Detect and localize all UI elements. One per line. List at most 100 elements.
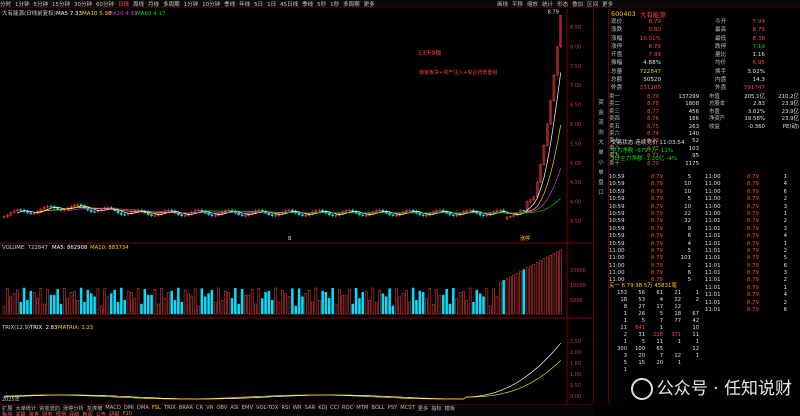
side-label-2[interactable]: 流 <box>594 119 608 128</box>
tab-4[interactable]: 30分钟 <box>74 0 92 8</box>
tab-6[interactable]: 日线 <box>118 0 129 8</box>
side-label-8[interactable]: 盘 <box>594 179 608 188</box>
indicator-tab-25[interactable]: PSY <box>388 405 398 411</box>
finance-row-4: 收益 -0.360 PE(动) <box>709 124 800 131</box>
tool-0[interactable]: 画线 <box>497 2 508 8</box>
info-tab-8[interactable]: 研报 <box>109 411 119 416</box>
tab-9[interactable]: 多周期 <box>163 0 180 8</box>
buy-queue-cell: 42 <box>692 318 699 324</box>
indicator-tab-26[interactable]: MCST <box>400 405 415 411</box>
indicator-tab-15[interactable]: EMV <box>242 405 253 411</box>
tool-1[interactable]: 平移 <box>512 2 523 8</box>
indicator-tab-23[interactable]: MTM <box>356 405 368 411</box>
tab-1[interactable]: 1分钟 <box>15 0 30 8</box>
tab-7[interactable]: 周线 <box>133 0 144 8</box>
period-tab-bar: 分时 1分钟 5分钟 15分钟 30分钟 60分钟 日线 周线 月线 多周期 1分钟 10分钟 季线 年线… <box>0 0 800 8</box>
info-tab-4[interactable]: 预测 <box>56 411 66 416</box>
candle-body <box>49 205 53 208</box>
side-label-6[interactable]: 小 <box>594 159 608 168</box>
tool-2[interactable]: 缩放 <box>527 2 538 8</box>
tab-17[interactable]: 季线 <box>302 0 313 8</box>
side-label-1[interactable]: 金 <box>594 109 608 118</box>
tool-4[interactable]: 形态 <box>557 2 568 8</box>
volume-bar <box>29 290 33 315</box>
trix-title-0: TRIX(12,9) <box>1 325 30 331</box>
side-label-3[interactable]: 向 <box>594 129 608 138</box>
side-label-0[interactable]: 资 <box>594 99 608 108</box>
finance-label: 收益 <box>709 123 720 130</box>
side-label-4[interactable]: 大 <box>594 139 608 148</box>
info-tab-9[interactable]: F10 <box>123 411 133 416</box>
tab-0[interactable]: 分时 <box>0 0 11 8</box>
info-tab-2[interactable]: 资金 <box>29 411 39 416</box>
annotation-red: 煤炭板块+资产注入+央企背景重组 <box>419 69 497 76</box>
indicator-tab-20[interactable]: KDJ <box>318 405 327 411</box>
candle-body <box>482 214 485 216</box>
buy-queue-cell: 12 <box>692 346 699 352</box>
indicator-tab-18[interactable]: WR <box>293 405 302 411</box>
order-row-3: 卖四 8.76 186 <box>609 116 709 123</box>
side-label-7[interactable]: 单 <box>594 169 608 178</box>
side-label-5[interactable]: 单 <box>594 149 608 158</box>
tab-13[interactable]: 年线 <box>239 0 250 8</box>
tick-row: 11:00 8.79 5 <box>609 248 705 255</box>
indicator-tab-11[interactable]: CR <box>196 405 203 411</box>
tab-19[interactable]: 1秒 <box>330 0 339 8</box>
side-label-9[interactable]: 口 <box>594 189 608 198</box>
tab-18[interactable]: 5秒 <box>317 0 326 8</box>
indicator-tab-10[interactable]: BRAR <box>179 405 193 411</box>
info-tab-6[interactable]: 新闻 <box>82 411 92 416</box>
tab-16[interactable]: 45日线 <box>280 0 298 8</box>
tab-8[interactable]: 月线 <box>148 0 159 8</box>
info-tab-7[interactable]: 公告 <box>96 411 106 416</box>
qright-value-3: 7.19 <box>752 43 765 50</box>
volume-bar <box>200 288 204 315</box>
tab-11[interactable]: 10分钟 <box>202 0 220 8</box>
order-volume: 456 <box>688 108 699 115</box>
buy-queue-cell: 4 <box>659 297 663 303</box>
tick-qty: 6 <box>783 262 787 269</box>
indicator-tab-16[interactable]: VOL-TDX <box>256 405 278 411</box>
info-tab-0[interactable]: 板块 <box>2 411 12 416</box>
tab-21[interactable]: 更多 <box>364 0 375 8</box>
tool-3[interactable]: 统计 <box>542 2 553 8</box>
candle-body <box>19 209 23 211</box>
tab-3[interactable]: 15分钟 <box>52 0 70 8</box>
indicator-tab-7[interactable]: DMA <box>137 405 149 411</box>
indicator-tab-19[interactable]: SAR <box>305 405 316 411</box>
tab-12[interactable]: 季线 <box>224 0 235 8</box>
tick-list-right[interactable]: 11:00 8.79 1 11:00 8.79 4 11:00 8.79 6 11:00 8.79 2… <box>705 174 800 314</box>
tab-14[interactable]: 5日 <box>254 0 263 8</box>
indicator-tab-27[interactable]: 更多 <box>418 405 428 412</box>
main-title-4: MA60 4.17 <box>136 11 166 17</box>
qright-value-2: 8.38 <box>752 35 765 42</box>
tool-7[interactable]: 更多 <box>602 2 613 8</box>
indicator-tab-22[interactable]: ROC <box>342 405 353 411</box>
indicator-tab-28[interactable]: 指标 <box>431 405 441 412</box>
tool-5[interactable]: 叠加 <box>572 2 583 8</box>
indicator-tab-21[interactable]: CCI <box>330 405 339 411</box>
indicator-tab-12[interactable]: VR <box>206 405 213 411</box>
tab-10[interactable]: 1分钟 <box>184 0 199 8</box>
tick-qty: 3 <box>783 270 787 277</box>
tab-15[interactable]: 1日 <box>267 0 276 8</box>
candle-body <box>93 211 96 213</box>
buy-queue-cell: 20 <box>638 353 645 359</box>
tick-qty: 4 <box>687 240 691 247</box>
indicator-tab-8[interactable]: FSL <box>152 405 161 411</box>
info-tab-3[interactable]: 财务 <box>42 411 52 416</box>
tool-6[interactable]: 区间 <box>587 2 598 8</box>
indicator-tab-13[interactable]: OBV <box>216 405 227 411</box>
info-tab-5[interactable]: 评级 <box>69 411 79 416</box>
indicator-tab-9[interactable]: TRIX <box>164 405 176 411</box>
tab-2[interactable]: 5分钟 <box>34 0 49 8</box>
volume-bar <box>351 303 355 315</box>
indicator-tab-24[interactable]: BOLL <box>371 405 384 411</box>
kline-chart-area[interactable]: 大有能源(日线前复权) MA5 7.33 MA10 5.98MA20 4.91MA6… <box>0 9 593 404</box>
indicator-tab-29[interactable]: 模板 <box>445 405 455 412</box>
indicator-tab-17[interactable]: RSI <box>281 405 289 411</box>
indicator-tab-14[interactable]: ASI <box>230 405 238 411</box>
info-tab-1[interactable]: 关联 <box>15 411 25 416</box>
tab-20[interactable]: 多周期 <box>343 0 360 8</box>
tab-5[interactable]: 60分钟 <box>96 0 114 8</box>
